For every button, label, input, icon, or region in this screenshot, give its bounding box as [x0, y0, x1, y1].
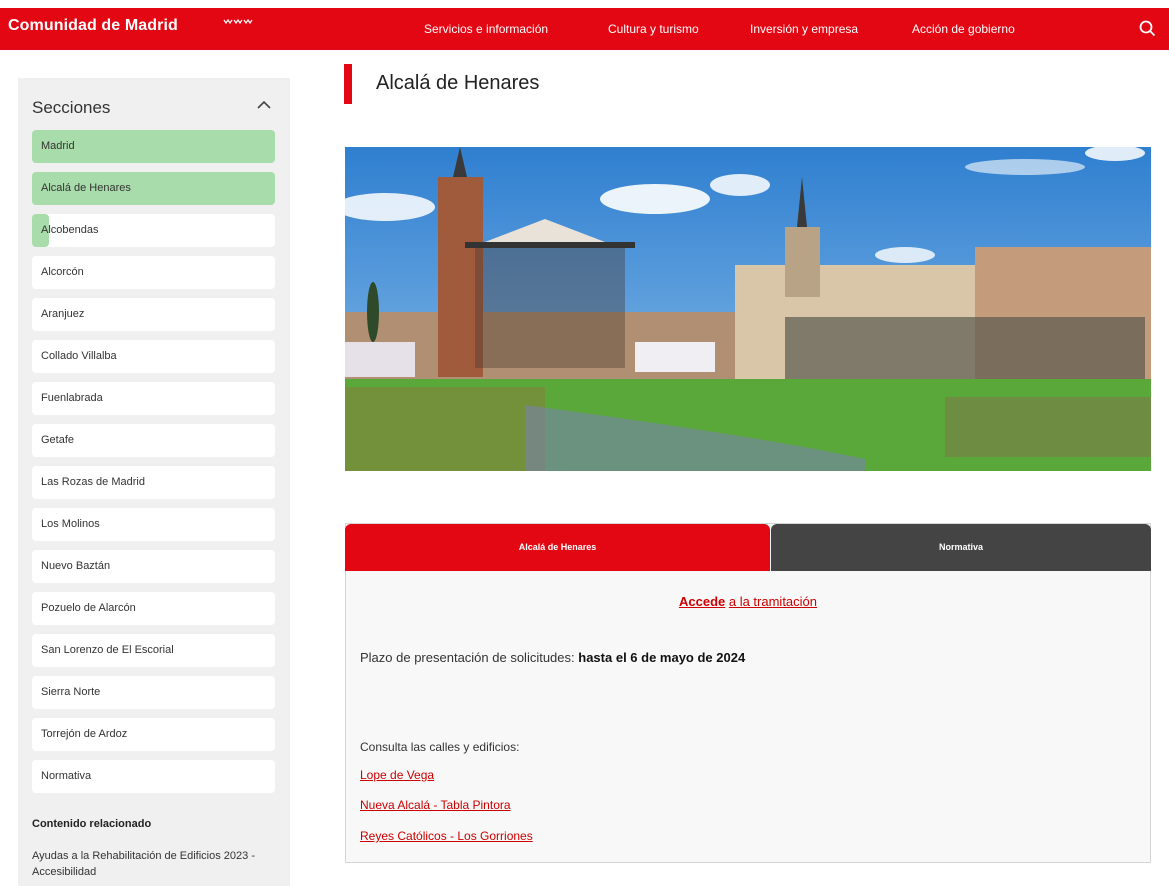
sidebar-item-label: Aranjuez	[41, 308, 85, 320]
sections-title[interactable]: Secciones	[32, 98, 110, 118]
sidebar-item-label: Fuenlabrada	[41, 392, 103, 404]
sidebar-item-label: Getafe	[41, 434, 75, 446]
sidebar-item-label: Las Rozas de Madrid	[41, 476, 145, 488]
sidebar-item-label: Alcorcón	[41, 266, 84, 278]
sidebar-item-label: San Lorenzo de El Escorial	[41, 644, 174, 656]
sidebar-item-label: Pozuelo de Alarcón	[41, 602, 136, 614]
sidebar-item-label: Sierra Norte	[41, 686, 101, 698]
page-title: Alcalá de Henares	[376, 72, 540, 94]
related-content-title: Contenido relacionado	[32, 818, 152, 830]
sidebar-item[interactable]: Alcalá de Henares	[32, 172, 275, 205]
link-nueva-alcala[interactable]: Nueva Alcalá - Tabla Pintora	[360, 798, 511, 812]
sidebar-item-label: Normativa	[41, 770, 92, 782]
top-header: Comunidad de Madrid Servicios e informac…	[0, 0, 1169, 52]
sidebar-item[interactable]: Collado Villalba	[32, 340, 275, 373]
sidebar-item[interactable]: Pozuelo de Alarcón	[32, 592, 275, 625]
sidebar-item[interactable]: Alcobendas	[32, 214, 275, 247]
tramitacion-link[interactable]: a la tramitación	[729, 594, 817, 609]
sidebar-item[interactable]: San Lorenzo de El Escorial	[32, 634, 275, 667]
sidebar-item[interactable]: Alcorcón	[32, 256, 275, 289]
tab-normativa[interactable]: Normativa	[771, 524, 1151, 571]
sidebar-item-label: Madrid	[41, 140, 75, 152]
sidebar-item[interactable]: Fuenlabrada	[32, 382, 275, 415]
sidebar-item[interactable]: Las Rozas de Madrid	[32, 466, 275, 499]
stars-logo-icon	[223, 18, 253, 25]
plazo-text: Plazo de presentación de solicitudes: ha…	[360, 650, 745, 665]
sidebar-item[interactable]: Sierra Norte	[32, 676, 275, 709]
sidebar-item[interactable]: Getafe	[32, 424, 275, 457]
link-reyes-catolicos[interactable]: Reyes Católicos - Los Gorriones	[360, 829, 533, 843]
brand-logo-text[interactable]: Comunidad de Madrid	[8, 17, 178, 35]
tab-alcala[interactable]: Alcalá de Henares	[345, 524, 770, 571]
plazo-label: Plazo de presentación de solicitudes:	[360, 650, 575, 665]
related-content-link[interactable]: Ayudas a la Rehabilitación de Edificios …	[32, 848, 262, 880]
sidebar-item[interactable]: Los Molinos	[32, 508, 275, 541]
sidebar-item[interactable]: Aranjuez	[32, 298, 275, 331]
sidebar-item-label: Alcobendas	[41, 224, 99, 236]
sidebar-item-label: Los Molinos	[41, 518, 100, 530]
title-accent-bar	[344, 64, 352, 104]
nav-inversion[interactable]: Inversión y empresa	[750, 22, 858, 36]
sidebar-item-label: Nuevo Baztán	[41, 560, 111, 572]
accede-line: Accede a la tramitación	[345, 594, 1151, 609]
sidebar-item-label: Torrejón de Ardoz	[41, 728, 128, 740]
sidebar-item[interactable]: Nuevo Baztán	[32, 550, 275, 583]
chevron-up-icon[interactable]	[255, 98, 273, 112]
consulta-text: Consulta las calles y edificios:	[360, 740, 520, 754]
nav-accion-gobierno[interactable]: Acción de gobierno	[912, 22, 1015, 36]
link-lope-de-vega[interactable]: Lope de Vega	[360, 768, 434, 782]
sidebar-item[interactable]: Torrejón de Ardoz	[32, 718, 275, 751]
sidebar-item-label: Alcalá de Henares	[41, 182, 131, 194]
sidebar-item-label: Collado Villalba	[41, 350, 117, 362]
sidebar-item[interactable]: Normativa	[32, 760, 275, 793]
nav-cultura[interactable]: Cultura y turismo	[608, 22, 699, 36]
accede-link-bold[interactable]: Accede	[679, 594, 725, 609]
search-icon[interactable]	[1138, 19, 1158, 39]
plazo-deadline: hasta el 6 de mayo de 2024	[578, 650, 746, 665]
hero-photo	[345, 147, 1151, 471]
sidebar-item[interactable]: Madrid	[32, 130, 275, 163]
nav-servicios[interactable]: Servicios e información	[424, 22, 548, 36]
tab-panel	[345, 523, 1151, 863]
